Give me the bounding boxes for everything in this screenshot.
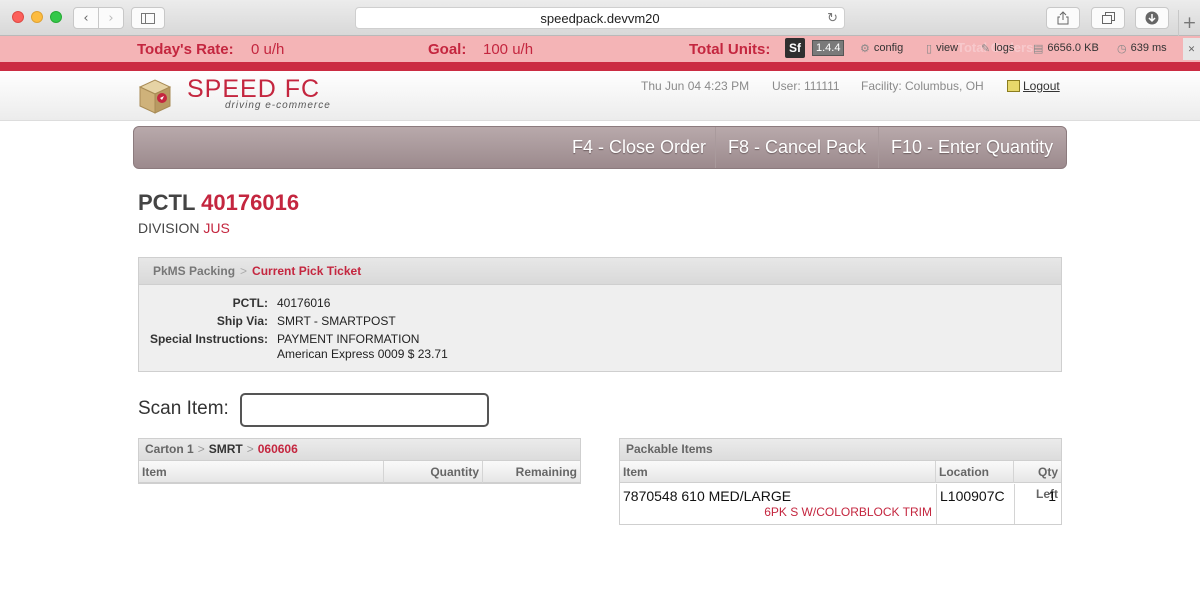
pick-ticket-panel: PkMS Packing > Current Pick Ticket PCTL: 4…: [138, 257, 1062, 372]
row-divider: [936, 484, 937, 524]
header-facility: Facility: Columbus, OH: [861, 79, 984, 93]
breadcrumb-current: Current Pick Ticket: [252, 264, 362, 278]
packable-item-qty-left: 1: [1048, 488, 1056, 504]
detail-row-pctl: PCTL: 40176016: [139, 296, 1039, 312]
tabs-icon[interactable]: [1091, 7, 1125, 29]
packable-col-qty-left[interactable]: Qty Left: [1014, 461, 1061, 501]
cancel-pack-button[interactable]: F8 - Cancel Pack: [715, 127, 878, 168]
close-window-icon[interactable]: [12, 11, 24, 23]
logout-link[interactable]: Logout: [1007, 79, 1060, 93]
sidebar-icon[interactable]: [131, 7, 165, 29]
sf-logs[interactable]: ✎ logs: [981, 38, 1014, 58]
division-label: DIVISION: [138, 220, 200, 236]
carton-carrier: SMRT: [208, 442, 243, 456]
enter-quantity-button[interactable]: F10 - Enter Quantity: [878, 127, 1065, 168]
packable-item-location: L100907C: [940, 488, 1005, 504]
carton-breadcrumb: Carton 1 > SMRT >060606: [139, 439, 580, 461]
header-user: User: 111111: [772, 79, 840, 93]
new-tab-plus-icon[interactable]: +: [1178, 10, 1200, 36]
breadcrumb-root[interactable]: PkMS Packing: [153, 264, 235, 278]
symfony-logo[interactable]: Sf: [785, 38, 805, 58]
sf-time-label: 639 ms: [1130, 42, 1167, 54]
carton-table: Carton 1 > SMRT >060606 Item Quantity Remai…: [138, 438, 581, 484]
carton-col-item[interactable]: Item: [139, 461, 384, 483]
logout-icon: [1007, 80, 1020, 92]
sf-time[interactable]: ◷ 639 ms: [1117, 38, 1167, 58]
detail-shipvia-label: Ship Via:: [216, 314, 268, 328]
sf-view-label: view: [936, 42, 959, 54]
address-bar[interactable]: speedpack.devvm20 ↻: [355, 7, 845, 29]
packable-col-location[interactable]: Location: [936, 461, 1014, 483]
goal-value: 100 u/h: [483, 41, 534, 58]
breadcrumb: PkMS Packing > Current Pick Ticket: [139, 258, 1061, 285]
sf-config[interactable]: ⚙ config: [860, 38, 903, 58]
packable-column-header: Item Location Qty Left: [620, 461, 1061, 501]
carton-column-header: Item Quantity Remaining: [139, 461, 580, 483]
detail-row-shipvia: Ship Via: SMRT - SMARTPOST: [139, 314, 1039, 330]
detail-pctl-value: 40176016: [277, 296, 331, 310]
scan-item-input[interactable]: [240, 393, 489, 427]
symfony-version: 1.4.4: [812, 40, 845, 56]
packable-items-title: Packable Items: [620, 439, 1061, 461]
carton-sep-2: >: [246, 442, 254, 456]
logo-tagline: driving e-commerce: [225, 100, 331, 111]
forward-icon[interactable]: ›: [98, 7, 124, 29]
header-datetime: Thu Jun 04 4:23 PM: [641, 79, 750, 93]
reload-icon[interactable]: ↻: [827, 8, 838, 29]
memory-icon: ▤: [1033, 41, 1044, 55]
table-row[interactable]: 7870548 610 MED/LARGE 6PK S W/COLORBLOCK…: [620, 484, 1061, 524]
detail-instructions-line2: American Express 0009 $ 23.71: [277, 347, 448, 361]
carton-col-remaining[interactable]: Remaining: [483, 461, 580, 483]
goal-label: Goal:: [428, 41, 467, 58]
sf-memory-label: 6656.0 KB: [1047, 42, 1099, 54]
packable-items-table: Packable Items Item Location Qty Left 78…: [619, 438, 1062, 525]
detail-pctl-label: PCTL:: [232, 296, 268, 310]
packable-col-item[interactable]: Item: [620, 461, 936, 483]
rate-value: 0 u/h: [251, 41, 285, 58]
carton-name: Carton 1: [145, 442, 194, 456]
function-bar: F4 - Close Order F8 - Cancel Pack F10 - …: [133, 126, 1067, 169]
division-line: DIVISION JUS: [138, 220, 230, 236]
box-logo-icon: [137, 77, 173, 115]
carton-code: 060606: [257, 442, 298, 456]
total-units-label: Total Units:: [689, 41, 771, 58]
detail-shipvia-value: SMRT - SMARTPOST: [277, 314, 396, 328]
browser-toolbar: ‹ › speedpack.devvm20 ↻ +: [0, 0, 1200, 36]
breadcrumb-separator: >: [240, 264, 248, 278]
clock-icon: ◷: [1117, 41, 1127, 55]
pctl-number: 40176016: [201, 190, 300, 215]
scan-item-label: Scan Item:: [138, 398, 229, 419]
accent-divider: [0, 62, 1200, 71]
page-title: PCTL 40176016: [138, 190, 299, 216]
pencil-icon: ✎: [981, 41, 991, 55]
pctl-label: PCTL: [138, 190, 196, 215]
division-code: JUS: [203, 220, 230, 236]
url-text: speedpack.devvm20: [540, 11, 660, 26]
share-icon[interactable]: [1046, 7, 1080, 29]
sf-logs-label: logs: [994, 42, 1015, 54]
detail-instructions-label: Special Instructions:: [149, 332, 268, 346]
download-icon[interactable]: [1135, 7, 1169, 29]
carton-col-quantity[interactable]: Quantity: [384, 461, 483, 483]
sf-config-label: config: [873, 42, 904, 54]
close-order-button[interactable]: F4 - Close Order: [560, 127, 718, 168]
carton-sep-1: >: [197, 442, 205, 456]
sf-view[interactable]: ▯ view: [926, 38, 958, 58]
sf-close-icon[interactable]: ✕: [1183, 38, 1200, 60]
packable-item-description: 6PK S W/COLORBLOCK TRIM: [764, 505, 932, 519]
detail-instructions-line1: PAYMENT INFORMATION: [277, 332, 420, 346]
sf-memory[interactable]: ▤ 6656.0 KB: [1033, 38, 1099, 58]
site-header: SPEED FC driving e-commerce Thu Jun 04 4…: [0, 71, 1200, 121]
logout-label: Logout: [1023, 79, 1060, 93]
zoom-window-icon[interactable]: [50, 11, 62, 23]
detail-row-instructions: Special Instructions: PAYMENT INFORMATIO…: [139, 332, 1039, 364]
packable-item-code: 7870548 610 MED/LARGE: [623, 488, 792, 504]
rate-label: Today's Rate:: [137, 41, 234, 58]
back-icon[interactable]: ‹: [73, 7, 99, 29]
gear-icon: ⚙: [860, 41, 870, 55]
document-icon: ▯: [926, 41, 933, 55]
minimize-window-icon[interactable]: [31, 11, 43, 23]
